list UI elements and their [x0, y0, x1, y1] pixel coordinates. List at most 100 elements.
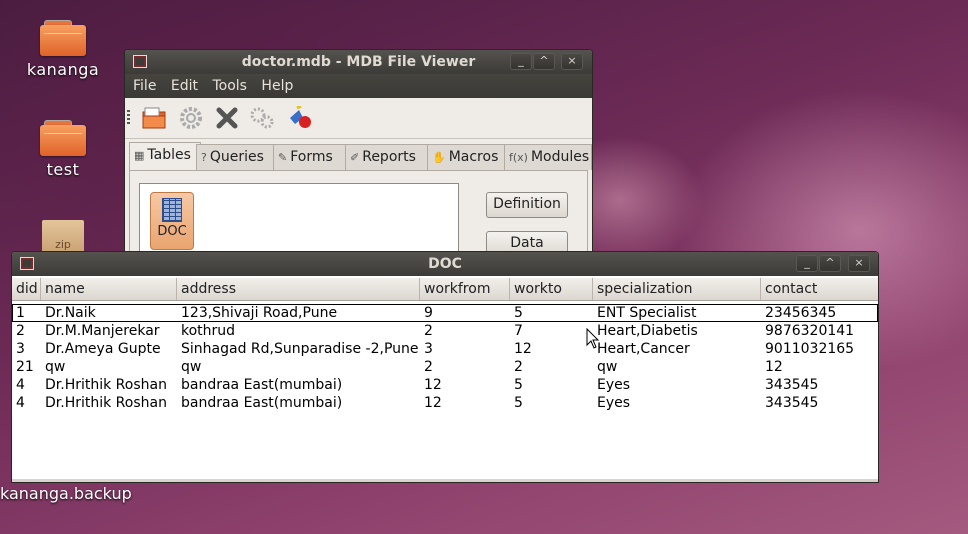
- cell-did: 4: [16, 377, 25, 393]
- folder-icon: [40, 120, 86, 156]
- cell-contact: 9011032165: [765, 341, 855, 357]
- window-titlebar[interactable]: doctor.mdb - MDB File Viewer _ ^ ×: [125, 50, 592, 74]
- desktop-icon-label: kananga: [26, 60, 100, 79]
- tab-modules[interactable]: f(x) Modules: [504, 144, 592, 170]
- table-item-label: DOC: [157, 224, 187, 239]
- cell-name: Dr.Naik: [45, 305, 96, 321]
- form-icon: ✎: [278, 151, 288, 164]
- desktop-icon-test[interactable]: test: [18, 120, 108, 179]
- cell-contact: 343545: [765, 377, 819, 393]
- run-icon[interactable]: [287, 104, 313, 130]
- desktop-icon-label: test: [46, 160, 80, 179]
- cell-name: Dr.Hrithik Roshan: [45, 395, 167, 411]
- cell-workfrom: 2: [424, 359, 433, 375]
- object-tabs: ▦ Tables ? Queries ✎ Forms ✐ Reports ✋ Macros…: [129, 142, 592, 170]
- table-row[interactable]: 3 Dr.Ameya Gupte Sinhagad Rd,Sunparadise -…: [12, 340, 878, 358]
- cell-workto: 5: [514, 305, 523, 321]
- delete-icon[interactable]: [214, 106, 240, 130]
- cell-did: 3: [16, 341, 25, 357]
- window-titlebar[interactable]: DOC _ ^ ×: [12, 252, 878, 276]
- cell-specialization: Eyes: [597, 377, 631, 393]
- table-row[interactable]: 1 Dr.Naik 123,Shivaji Road,Pune 9 5 ENT Speci…: [12, 304, 878, 322]
- column-header-name[interactable]: name: [41, 278, 177, 300]
- cell-specialization: Heart,Diabetis: [597, 323, 698, 339]
- cell-workto: 12: [514, 341, 532, 357]
- cell-contact: 12: [765, 359, 783, 375]
- cell-did: 2: [16, 323, 25, 339]
- cell-specialization: Eyes: [597, 395, 631, 411]
- module-icon: f(x): [509, 151, 528, 164]
- tab-label: Reports: [362, 149, 416, 165]
- cell-specialization: ENT Specialist: [597, 305, 697, 321]
- column-header-address[interactable]: address: [177, 278, 420, 300]
- table-row[interactable]: 21 qw qw 2 2 qw 12: [12, 358, 878, 376]
- definition-button[interactable]: Definition: [486, 192, 568, 218]
- cell-specialization: Heart,Cancer: [597, 341, 690, 357]
- tables-list[interactable]: DOC: [139, 183, 459, 260]
- tab-label: Queries: [209, 149, 264, 165]
- cell-workfrom: 2: [424, 323, 433, 339]
- column-header-did[interactable]: did: [12, 278, 41, 300]
- menu-help[interactable]: Help: [261, 74, 293, 98]
- table-row[interactable]: 2 Dr.M.Manjerekar kothrud 2 7 Heart,Diabetis 9…: [12, 322, 878, 340]
- column-header-workto[interactable]: workto: [510, 278, 593, 300]
- column-header-contact[interactable]: contact: [761, 278, 878, 300]
- cell-address: kothrud: [181, 323, 236, 339]
- open-icon[interactable]: [141, 106, 167, 130]
- cell-name: Dr.Hrithik Roshan: [45, 377, 167, 393]
- toolbar: [125, 98, 592, 139]
- window-bottom-border: [12, 479, 878, 482]
- menu-tools[interactable]: Tools: [212, 74, 247, 98]
- table-item-doc[interactable]: DOC: [150, 192, 194, 250]
- desktop-icon-label-backup[interactable]: kananga.backup: [0, 484, 132, 503]
- mouse-cursor-icon: [586, 328, 600, 349]
- maximize-button[interactable]: ^: [819, 255, 841, 272]
- cell-did: 1: [16, 305, 25, 321]
- column-header-workfrom[interactable]: workfrom: [420, 278, 510, 300]
- cell-name: Dr.M.Manjerekar: [45, 323, 160, 339]
- cell-workto: 5: [514, 377, 523, 393]
- column-header-specialization[interactable]: specialization: [593, 278, 761, 300]
- macro-icon: ✋: [432, 151, 446, 164]
- desktop-icon-zip[interactable]: zip: [18, 220, 108, 254]
- cell-name: qw: [45, 359, 66, 375]
- cell-workfrom: 9: [424, 305, 433, 321]
- cell-did: 4: [16, 395, 25, 411]
- cell-contact: 23456345: [765, 305, 837, 321]
- tab-label: Macros: [448, 149, 499, 165]
- tables-panel: DOC Definition Data: [129, 170, 588, 260]
- close-button[interactable]: ×: [561, 53, 583, 70]
- tab-forms[interactable]: ✎ Forms: [273, 144, 347, 170]
- cell-contact: 343545: [765, 395, 819, 411]
- table-row[interactable]: 4 Dr.Hrithik Roshan bandraa East(mumbai) 12…: [12, 394, 878, 412]
- tab-label: Modules: [530, 149, 590, 165]
- menu-file[interactable]: File: [133, 74, 156, 98]
- table-icon: [162, 198, 182, 222]
- desktop-icon-kananga[interactable]: kananga: [18, 20, 108, 79]
- cell-address: 123,Shivaji Road,Pune: [181, 305, 338, 321]
- tab-queries[interactable]: ? Queries: [196, 144, 276, 170]
- close-button[interactable]: ×: [848, 255, 870, 272]
- tab-tables[interactable]: ▦ Tables: [129, 142, 201, 170]
- minimize-button[interactable]: _: [796, 255, 818, 272]
- tab-macros[interactable]: ✋ Macros: [427, 144, 507, 170]
- cell-workto: 5: [514, 395, 523, 411]
- cell-did: 21: [16, 359, 34, 375]
- cell-workfrom: 3: [424, 341, 433, 357]
- minimize-button[interactable]: _: [510, 53, 532, 70]
- maximize-button[interactable]: ^: [533, 53, 555, 70]
- toolbar-grip[interactable]: [127, 110, 130, 126]
- table-row[interactable]: 4 Dr.Hrithik Roshan bandraa East(mumbai) 12…: [12, 376, 878, 394]
- menu-edit[interactable]: Edit: [171, 74, 198, 98]
- tab-label: Tables: [147, 147, 191, 163]
- cell-address: qw: [181, 359, 202, 375]
- settings-icon[interactable]: [249, 106, 275, 130]
- table-body: 1 Dr.Naik 123,Shivaji Road,Pune 9 5 ENT Speci…: [12, 304, 878, 412]
- menu-bar: File Edit Tools Help: [125, 74, 592, 98]
- cell-specialization: qw: [597, 359, 618, 375]
- cell-workfrom: 12: [424, 377, 442, 393]
- tab-reports[interactable]: ✐ Reports: [345, 144, 429, 170]
- doc-table-window: DOC _ ^ × did name address workfrom work…: [11, 251, 879, 483]
- cell-address: bandraa East(mumbai): [181, 377, 343, 393]
- properties-icon[interactable]: [178, 106, 204, 130]
